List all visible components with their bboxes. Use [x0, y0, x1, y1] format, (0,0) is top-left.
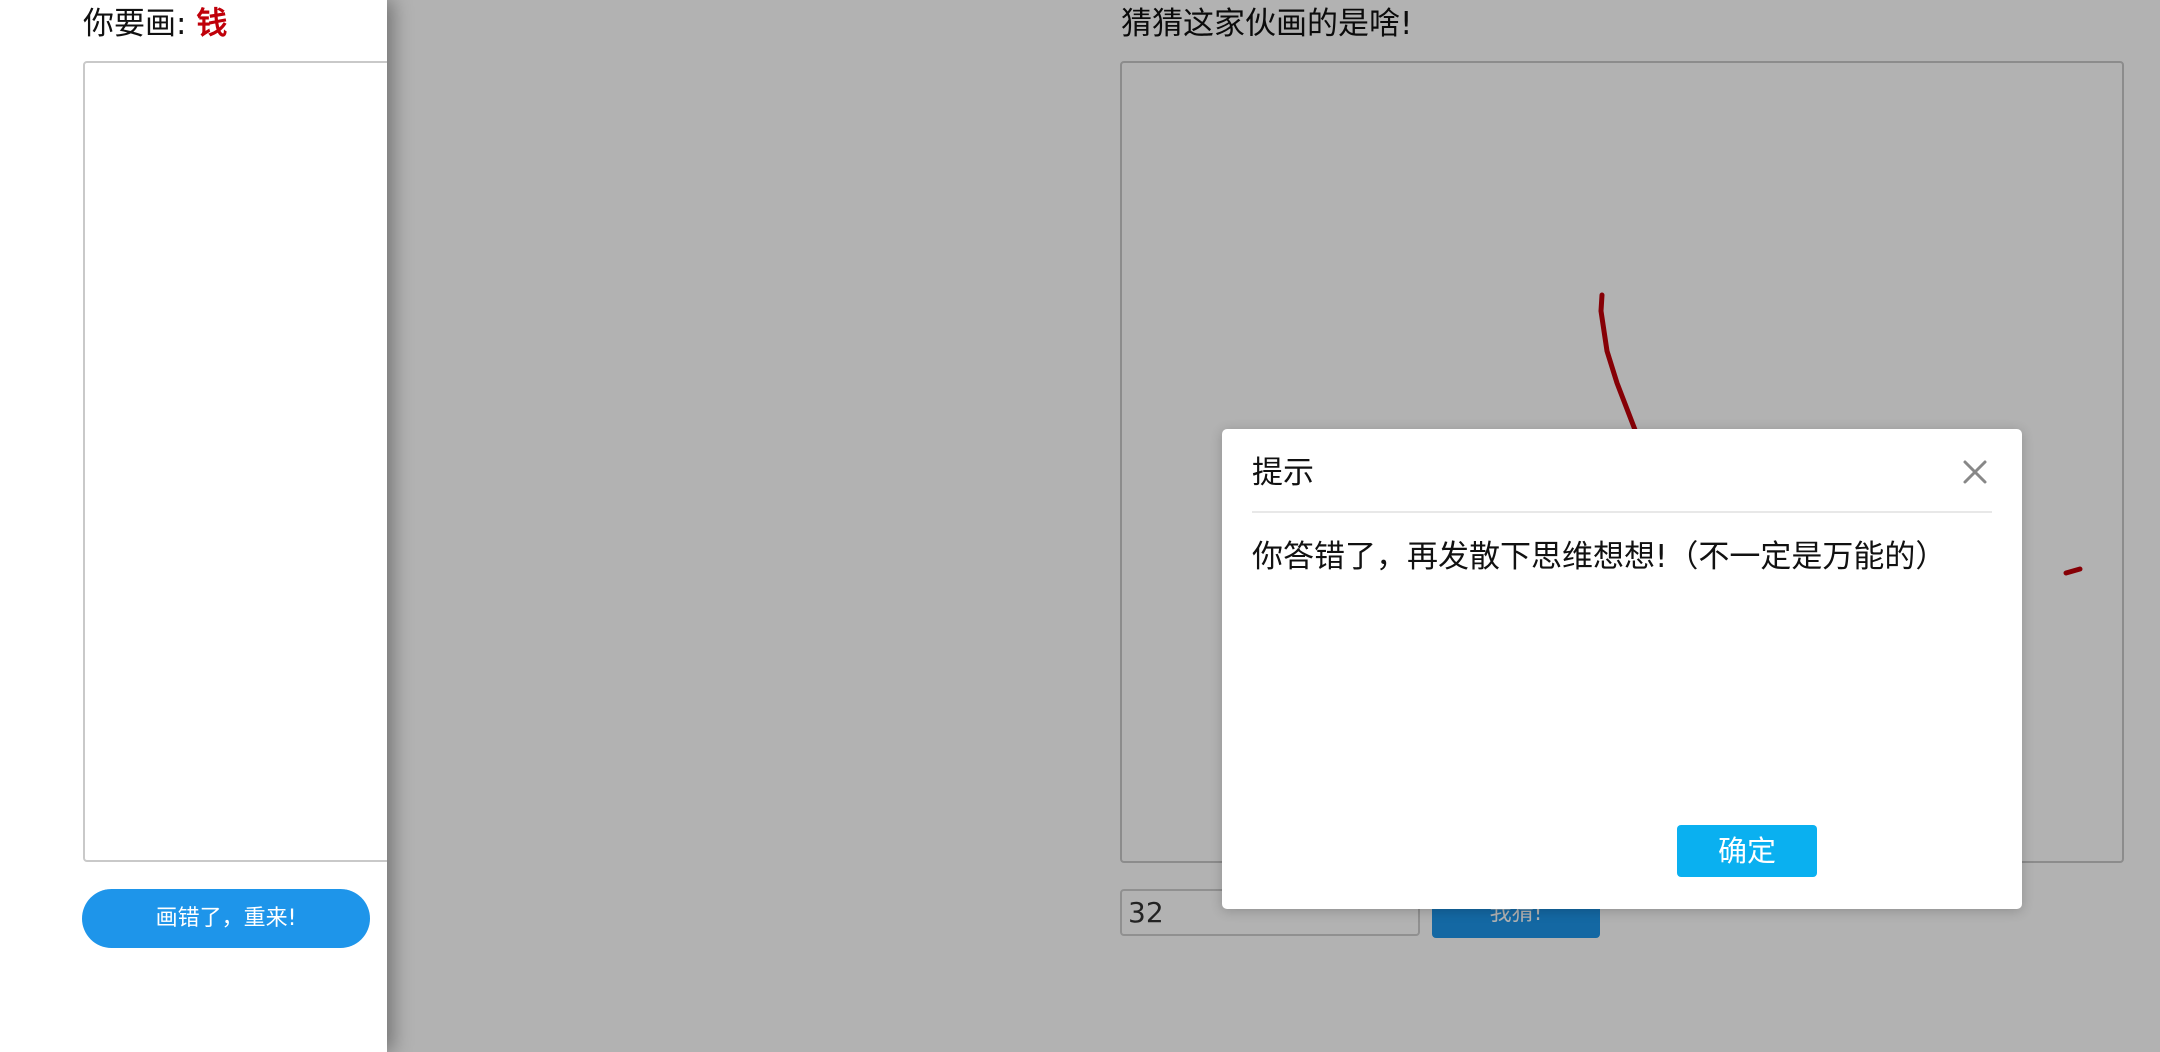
confirm-button[interactable]: 确定	[1677, 825, 1817, 877]
drawing-canvas[interactable]	[83, 61, 387, 862]
alert-dialog: 提示 你答错了，再发散下思维想想!（不一定是万能的） 确定	[1222, 429, 2022, 909]
close-icon[interactable]	[1958, 455, 1992, 489]
draw-prompt-label: 你要画:	[83, 6, 187, 42]
dialog-message: 你答错了，再发散下思维想想!（不一定是万能的）	[1252, 539, 1947, 575]
dialog-title: 提示	[1252, 455, 1314, 491]
draw-panel: 你要画: 钱 画错了，重来!	[0, 0, 387, 1052]
redraw-button[interactable]: 画错了，重来!	[82, 889, 370, 948]
draw-prompt: 你要画: 钱	[83, 4, 227, 44]
draw-prompt-word: 钱	[196, 6, 228, 42]
dialog-header: 提示	[1252, 429, 1992, 513]
